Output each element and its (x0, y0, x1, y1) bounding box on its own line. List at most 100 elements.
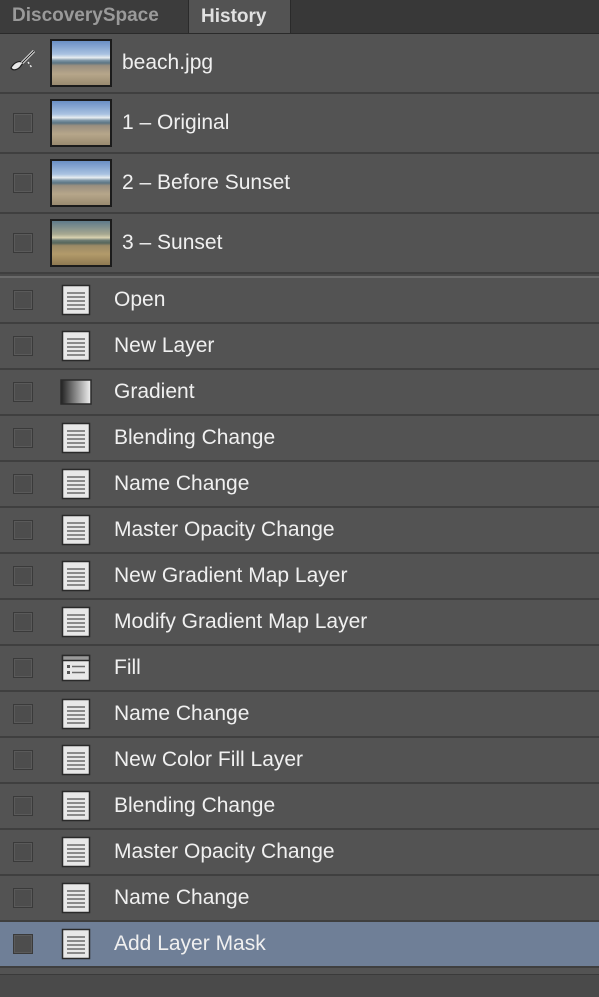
history-step-label: Master Opacity Change (114, 840, 335, 863)
history-brush-source-checkbox[interactable] (13, 934, 33, 954)
history-step-label: Add Layer Mask (114, 932, 266, 955)
step-source-cell[interactable] (0, 508, 46, 552)
step-source-cell[interactable] (0, 830, 46, 874)
history-step-label: Fill (114, 656, 141, 679)
document-icon (60, 514, 92, 546)
step-source-cell[interactable] (0, 416, 46, 460)
step-source-cell[interactable] (0, 646, 46, 690)
snapshot-thumbnail (50, 159, 112, 207)
snapshot-row[interactable]: 2 – Before Sunset (0, 154, 599, 214)
history-step-row[interactable]: Master Opacity Change (0, 508, 599, 554)
history-brush-source-checkbox[interactable] (13, 658, 33, 678)
history-brush-source-checkbox[interactable] (13, 750, 33, 770)
step-source-cell[interactable] (0, 738, 46, 782)
step-source-cell[interactable] (0, 278, 46, 322)
history-brush-source-checkbox[interactable] (13, 290, 33, 310)
snapshot-label: 2 – Before Sunset (122, 171, 291, 194)
snapshot-label: beach.jpg (122, 51, 214, 74)
panel-tab-bar: DiscoverySpace History (0, 0, 599, 34)
history-brush-source-checkbox[interactable] (13, 842, 33, 862)
history-step-row[interactable]: Open (0, 278, 599, 324)
history-brush-source-checkbox[interactable] (13, 113, 33, 133)
history-step-label: New Layer (114, 334, 215, 357)
history-step-row[interactable]: Name Change (0, 462, 599, 508)
step-source-cell[interactable] (0, 324, 46, 368)
history-step-label: New Color Fill Layer (114, 748, 304, 771)
history-brush-source-checkbox[interactable] (13, 796, 33, 816)
history-step-row[interactable]: New Gradient Map Layer (0, 554, 599, 600)
history-brush-source-checkbox[interactable] (13, 566, 33, 586)
history-step-row[interactable]: Add Layer Mask (0, 922, 599, 968)
step-source-cell[interactable] (0, 922, 46, 966)
document-icon (60, 606, 92, 638)
history-brush-source-checkbox[interactable] (13, 704, 33, 724)
history-brush-source-checkbox[interactable] (13, 382, 33, 402)
step-source-cell[interactable] (0, 554, 46, 598)
history-step-label: Name Change (114, 472, 250, 495)
snapshot-thumbnail (50, 99, 112, 147)
snapshot-row[interactable]: 1 – Original (0, 94, 599, 154)
history-step-label: Name Change (114, 886, 250, 909)
history-brush-source-checkbox[interactable] (13, 888, 33, 908)
history-brush-source-checkbox[interactable] (13, 612, 33, 632)
document-icon (60, 744, 92, 776)
history-step-row[interactable]: Master Opacity Change (0, 830, 599, 876)
history-brush-source-checkbox[interactable] (13, 474, 33, 494)
history-step-row[interactable]: Name Change (0, 692, 599, 738)
snapshot-row[interactable]: 3 – Sunset (0, 214, 599, 274)
history-step-label: Blending Change (114, 426, 276, 449)
document-icon (60, 790, 92, 822)
history-step-label: New Gradient Map Layer (114, 564, 348, 587)
gradient-icon (60, 376, 92, 408)
history-step-row[interactable]: New Color Fill Layer (0, 738, 599, 784)
snapshot-thumbnail (50, 39, 112, 87)
history-step-label: Name Change (114, 702, 250, 725)
snapshot-thumbnail (50, 219, 112, 267)
document-icon (60, 422, 92, 454)
history-brush-source-checkbox[interactable] (13, 336, 33, 356)
step-source-cell[interactable] (0, 600, 46, 644)
step-source-cell[interactable] (0, 462, 46, 506)
tab-discoveryspace[interactable]: DiscoverySpace (0, 0, 189, 33)
step-source-cell[interactable] (0, 370, 46, 414)
history-step-list: Open New Layer Gradient Blending Change Name… (0, 278, 599, 968)
history-step-row[interactable]: Modify Gradient Map Layer (0, 600, 599, 646)
panel-footer (0, 974, 599, 997)
document-icon (60, 928, 92, 960)
history-step-label: Modify Gradient Map Layer (114, 610, 368, 633)
document-icon (60, 698, 92, 730)
history-brush-source-checkbox[interactable] (13, 428, 33, 448)
history-step-label: Blending Change (114, 794, 276, 817)
history-brush-source-checkbox[interactable] (13, 233, 33, 253)
snapshot-source-cell[interactable] (0, 34, 46, 92)
history-step-row[interactable]: Blending Change (0, 784, 599, 830)
document-icon (60, 882, 92, 914)
history-brush-source-checkbox[interactable] (13, 173, 33, 193)
history-panel: DiscoverySpace History beach.jpg 1 – Orig… (0, 0, 599, 997)
document-icon (60, 468, 92, 500)
history-step-row[interactable]: Fill (0, 646, 599, 692)
history-step-label: Master Opacity Change (114, 518, 335, 541)
document-icon (60, 330, 92, 362)
step-source-cell[interactable] (0, 692, 46, 736)
tab-history[interactable]: History (189, 0, 291, 33)
snapshot-list: beach.jpg 1 – Original 2 – Before Sunset 3 … (0, 34, 599, 274)
history-step-label: Gradient (114, 380, 195, 403)
history-brush-icon[interactable] (8, 48, 38, 79)
document-icon (60, 560, 92, 592)
history-step-row[interactable]: Name Change (0, 876, 599, 922)
document-icon (60, 284, 92, 316)
history-step-row[interactable]: Blending Change (0, 416, 599, 462)
history-step-row[interactable]: New Layer (0, 324, 599, 370)
history-step-row[interactable]: Gradient (0, 370, 599, 416)
history-brush-source-checkbox[interactable] (13, 520, 33, 540)
document-icon (60, 836, 92, 868)
snapshot-label: 1 – Original (122, 111, 230, 134)
history-step-label: Open (114, 288, 166, 311)
snapshot-source-cell[interactable] (0, 94, 46, 152)
snapshot-source-cell[interactable] (0, 214, 46, 272)
snapshot-source-cell[interactable] (0, 154, 46, 212)
snapshot-row[interactable]: beach.jpg (0, 34, 599, 94)
step-source-cell[interactable] (0, 876, 46, 920)
step-source-cell[interactable] (0, 784, 46, 828)
